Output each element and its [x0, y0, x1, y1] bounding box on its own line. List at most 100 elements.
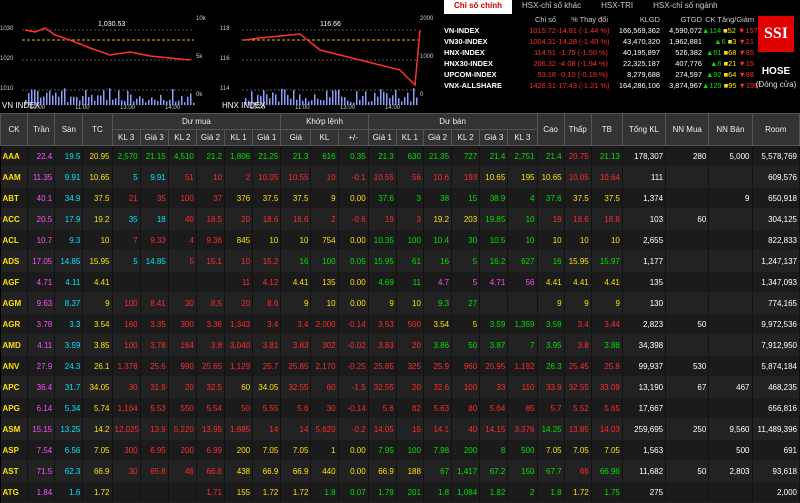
table-row[interactable]: ADS 17.05 14.85 15.95 5 14.85 5 15.1 10 15.2 16 100…: [1, 251, 800, 272]
table-cell: 13.25: [55, 419, 83, 440]
table-cell: 10.7: [28, 230, 55, 251]
table-cell: 300: [168, 314, 196, 335]
symbol-cell[interactable]: ATG: [1, 482, 28, 503]
table-cell: 201: [396, 482, 423, 503]
symbol-cell[interactable]: AGR: [1, 314, 28, 335]
table-row[interactable]: AGM 9.63 8.37 9 100 8.41 30 8.5 20 8.6 9 10 0.00 9 10 9…: [1, 293, 800, 314]
table-cell: 21.4: [480, 146, 508, 167]
symbol-cell[interactable]: APC: [1, 377, 28, 398]
table-row[interactable]: AST 71.5 62.3 66.9 30 65.8 46 66.8 438 66.9 66.9 44…: [1, 461, 800, 482]
index-value-traded: 3,874,967: [660, 80, 702, 91]
symbol-cell[interactable]: AGM: [1, 293, 28, 314]
header-symbol: CK: [1, 114, 28, 146]
table-row[interactable]: APG 6.14 5.34 5.74 1,164 5.53 550 5.54 50 5.55 5.6…: [1, 398, 800, 419]
table-row[interactable]: AAA 22.4 19.5 20.95 2,570 21.15 4,510 21.2 1,806…: [1, 146, 800, 167]
table-cell: 1.72: [83, 482, 112, 503]
table-cell: 25.65: [196, 356, 224, 377]
symbol-cell[interactable]: AGF: [1, 272, 28, 293]
header-buy-orders: Dư mua: [112, 114, 281, 130]
subheader-buy-vol3: KL 3: [112, 130, 140, 146]
tab-main-index[interactable]: Chỉ số chính: [444, 0, 512, 14]
symbol-cell[interactable]: ADS: [1, 251, 28, 272]
ssi-logo: SSI: [758, 16, 794, 52]
table-row[interactable]: ASM 15.15 13.25 14.2 12,025 13.9 5,220 13.95 1,8…: [1, 419, 800, 440]
y2-axis-label: 10k: [196, 16, 207, 22]
tab-hsx-other[interactable]: HSX-chỉ số khác: [512, 0, 591, 14]
table-cell: 5.34: [55, 398, 83, 419]
table-cell: 0.05: [338, 251, 368, 272]
index-row[interactable]: UPCOM-INDEX 53.18 -0.10 (-0.19 %) 8,279,688…: [444, 69, 756, 80]
table-row[interactable]: ABT 40.1 34.9 37.5 21 35 100 37 376 37.5 37.5 9 0.00…: [1, 188, 800, 209]
table-cell: 10.65: [83, 167, 112, 188]
symbol-cell[interactable]: AMD: [1, 335, 28, 356]
table-cell: 20: [225, 209, 253, 230]
table-cell: 60: [225, 377, 253, 398]
index-row[interactable]: VNX-ALLSHARE 1426.31 -17.43 (-1.21 %) 164,2…: [444, 80, 756, 91]
table-cell: 0.07: [338, 482, 368, 503]
index-tabs: Chỉ số chính HSX-chỉ số khác HSX-TRI HSX…: [444, 0, 756, 14]
table-cell: 1.72: [281, 482, 311, 503]
index-change: -1.75 (-1.50 %): [556, 47, 608, 58]
symbol-cell[interactable]: AST: [1, 461, 28, 482]
table-row[interactable]: AAM 11.35 9.91 10.65 5 9.91 51 10 2 10.05 10.55 10-…: [1, 167, 800, 188]
table-cell: 5.74: [83, 398, 112, 419]
table-cell: 4.41: [564, 272, 591, 293]
table-row[interactable]: APC 36.4 31.7 34.05 30 31.9 20 32.5 60 34.05 32.55…: [1, 377, 800, 398]
table-cell: 56: [508, 272, 537, 293]
table-cell: 16: [281, 251, 311, 272]
hnxindex-title: HNX INDEX: [222, 101, 266, 110]
table-cell: 3.53: [368, 314, 396, 335]
symbol-cell[interactable]: ANV: [1, 356, 28, 377]
table-cell: [709, 251, 752, 272]
table-cell: 5.55: [253, 398, 281, 419]
symbol-cell[interactable]: ACL: [1, 230, 28, 251]
index-row[interactable]: VN-INDEX 1015.72 -14.81 (-1.44 %) 166,569,3…: [444, 25, 756, 36]
symbol-cell[interactable]: ASP: [1, 440, 28, 461]
table-row[interactable]: ASP 7.54 6.56 7.05 300 6.95 200 6.99 200 7.05 7.05…: [1, 440, 800, 461]
table-cell: 5: [452, 272, 480, 293]
index-row[interactable]: HNX-INDEX 114.91 -1.75 (-1.50 %) 40,195,897…: [444, 47, 756, 58]
table-row[interactable]: AMD 4.11 3.59 3.85 100 3.78 164 3.8 3,040 3.81 3.8…: [1, 335, 800, 356]
symbol-cell[interactable]: ABT: [1, 188, 28, 209]
table-row[interactable]: ACC 20.5 17.9 19.2 35 18 40 18.5 20 18.6 18.6 2 -0.6…: [1, 209, 800, 230]
subheader-buy-price3: Giá 3: [140, 130, 168, 146]
tab-hsx-tri[interactable]: HSX-TRI: [591, 0, 643, 14]
table-cell: 9.3: [423, 293, 451, 314]
tab-hsx-sector[interactable]: HSX-chỉ số ngành: [643, 0, 727, 14]
symbol-cell[interactable]: APG: [1, 398, 28, 419]
table-cell: 30: [311, 398, 338, 419]
table-row[interactable]: AGF 4.71 4.11 4.41 11 4.12 4.41 135 0.00 4.69 11 4.…: [1, 272, 800, 293]
table-row[interactable]: ACL 10.7 9.3 10 7 9.33 4 9.36 845 10 10 754 0.00 10.3…: [1, 230, 800, 251]
table-cell: 3.8: [196, 335, 224, 356]
table-row[interactable]: ANV 27.9 24.3 26.1 1,378 25.6 990 25.65 1,129 25.…: [1, 356, 800, 377]
symbol-cell[interactable]: ACC: [1, 209, 28, 230]
y-axis-label: 114: [220, 86, 230, 92]
symbol-cell[interactable]: ASM: [1, 419, 28, 440]
flat-count: 52: [728, 26, 736, 35]
table-cell: -0.14: [338, 314, 368, 335]
table-row[interactable]: AGR 3.78 3.3 3.54 160 3.35 300 3.36 1,343 3.4 3.4 2…: [1, 314, 800, 335]
table-cell: 3.35: [140, 314, 168, 335]
table-cell: 1,885: [225, 419, 253, 440]
table-cell: [709, 356, 752, 377]
index-row[interactable]: HNX30-INDEX 206.32 -4.08 (-1.94 %) 22,325,1…: [444, 58, 756, 69]
table-cell: 33.9: [537, 377, 564, 398]
subheader-buy-price1: Giá 1: [253, 130, 281, 146]
table-cell: 80: [452, 398, 480, 419]
table-cell: 302: [311, 335, 338, 356]
symbol-cell[interactable]: AAM: [1, 167, 28, 188]
table-cell: 20: [225, 293, 253, 314]
table-cell: 18.6: [281, 209, 311, 230]
subheader-sell-vol3: KL 3: [508, 130, 537, 146]
table-cell: 200: [168, 440, 196, 461]
table-cell: 3.81: [253, 335, 281, 356]
table-cell: [666, 188, 709, 209]
table-cell: 18: [140, 209, 168, 230]
table-cell: 135: [622, 272, 665, 293]
table-cell: 34.9: [55, 188, 83, 209]
volume-bar: [377, 97, 379, 105]
table-cell: 9: [537, 293, 564, 314]
index-row[interactable]: VN30-INDEX 1004.31 -14.28 (-1.40 %) 43,470,…: [444, 36, 756, 47]
table-row[interactable]: ATG 1.84 1.6 1.72 1.71 155 1.72 1.72 1.8 0.07 1.79…: [1, 482, 800, 503]
symbol-cell[interactable]: AAA: [1, 146, 28, 167]
